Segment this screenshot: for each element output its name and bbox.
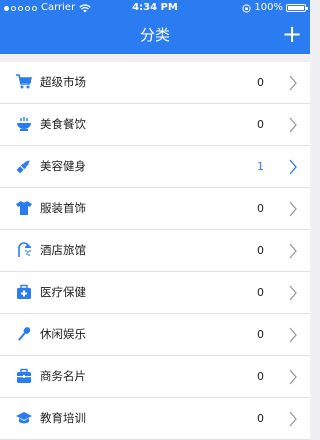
battery-icon: [286, 4, 308, 12]
category-label: 商务名片: [40, 369, 86, 383]
category-count: 0: [257, 118, 264, 131]
category-label: 服装首饰: [40, 201, 86, 215]
category-label: 医疗保健: [40, 285, 86, 299]
category-count: 0: [257, 244, 264, 257]
category-label: 酒店旅馆: [40, 243, 86, 257]
category-count: 0: [257, 202, 264, 215]
status-bar: Carrier 4:34 PM 100%: [0, 0, 310, 16]
shower-icon: [18, 242, 31, 257]
chevron-right-icon: [289, 327, 297, 343]
category-row[interactable]: 教育培训 0: [0, 398, 310, 440]
graduation-cap-icon: [16, 412, 32, 424]
chevron-right-icon: [289, 159, 297, 175]
microphone-icon: [18, 327, 31, 341]
food-bowl-icon: [17, 117, 31, 131]
chevron-right-icon: [289, 243, 297, 259]
category-row[interactable]: 超级市场 0: [0, 62, 310, 104]
tshirt-icon: [16, 201, 32, 215]
category-count: 0: [257, 328, 264, 341]
app-header: Carrier 4:34 PM 100% 分类 +: [0, 0, 310, 54]
page-title: 分类: [139, 26, 170, 44]
orientation-lock-icon: [242, 3, 252, 13]
briefcase-icon: [17, 368, 31, 383]
add-category-button[interactable]: +: [282, 22, 302, 46]
category-row[interactable]: 美容健身 1: [0, 146, 310, 188]
chevron-right-icon: [289, 201, 297, 217]
chevron-right-icon: [289, 369, 297, 385]
chevron-right-icon: [289, 117, 297, 133]
shopping-cart-icon: [16, 74, 32, 89]
category-label: 休闲娱乐: [40, 327, 86, 341]
category-count: 0: [257, 412, 264, 425]
chevron-right-icon: [289, 285, 297, 301]
battery-percent: 100%: [254, 2, 283, 13]
medical-kit-icon: [17, 284, 31, 299]
category-count: 1: [257, 160, 264, 173]
category-row[interactable]: 休闲娱乐 0: [0, 314, 310, 356]
category-label: 超级市场: [40, 75, 86, 89]
chevron-right-icon: [289, 411, 297, 427]
category-row[interactable]: 医疗保健 0: [0, 272, 310, 314]
category-label: 美食餐饮: [40, 117, 86, 131]
category-count: 0: [257, 76, 264, 89]
category-list: 超级市场 0 美食餐饮 0 美容健身 1 服装首饰 0 酒店旅馆 0 医疗保健 0 休闲娱乐 0 商务名片 0…: [0, 62, 310, 440]
chevron-right-icon: [289, 75, 297, 91]
category-label: 美容健身: [40, 159, 86, 173]
category-label: 教育培训: [40, 411, 86, 425]
category-row[interactable]: 商务名片 0: [0, 356, 310, 398]
category-count: 0: [257, 370, 264, 383]
lipstick-icon: [16, 160, 30, 174]
category-count: 0: [257, 286, 264, 299]
category-row[interactable]: 酒店旅馆 0: [0, 230, 310, 272]
nav-bar: 分类 +: [0, 16, 310, 54]
category-row[interactable]: 服装首饰 0: [0, 188, 310, 230]
category-row[interactable]: 美食餐饮 0: [0, 104, 310, 146]
